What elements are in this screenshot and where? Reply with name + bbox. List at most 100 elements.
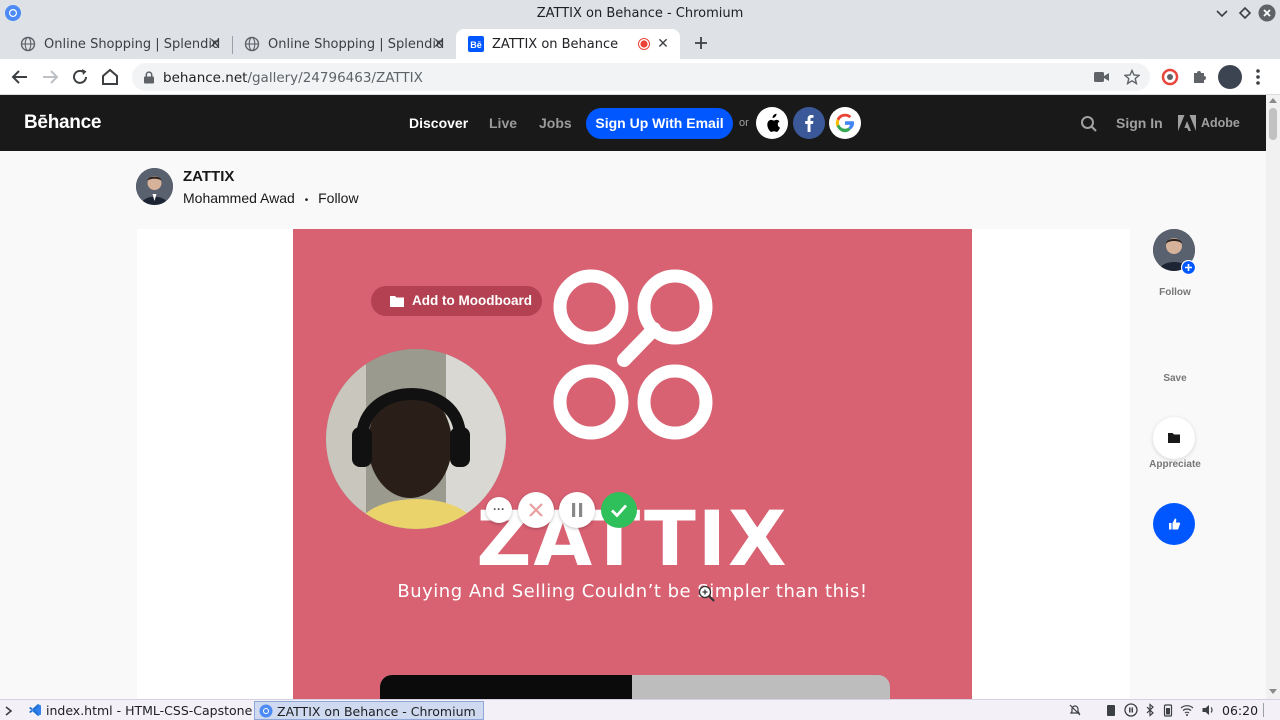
nav-link-jobs[interactable]: Jobs xyxy=(539,115,572,131)
sign-in-link[interactable]: Sign In xyxy=(1116,115,1163,131)
forward-arrow-icon[interactable] xyxy=(38,65,62,89)
chromium-taskbar-icon xyxy=(259,704,273,718)
new-tab-plus-icon[interactable] xyxy=(692,34,710,52)
tab-online-shopping-1[interactable]: Online Shopping | Splendid ✕ xyxy=(8,29,232,59)
wifi-icon[interactable] xyxy=(1180,703,1194,717)
page-viewport: Bēhance Discover Live Jobs Sign Up With … xyxy=(0,95,1266,699)
device-preview-dark-panel xyxy=(380,675,632,699)
save-button[interactable] xyxy=(1153,417,1195,459)
thumbs-up-icon xyxy=(1169,518,1181,530)
google-signin-button[interactable] xyxy=(829,107,861,139)
app-launcher-icon[interactable] xyxy=(4,703,18,717)
folder-save-icon xyxy=(1168,433,1180,443)
tab-zattix-behance[interactable]: Bē ZATTIX on Behance ✕ xyxy=(456,29,680,59)
tab-close-icon[interactable]: ✕ xyxy=(206,35,224,53)
artwork-tagline: Buying And Selling Couldn’t be Simpler t… xyxy=(397,581,868,602)
facebook-signin-button[interactable] xyxy=(793,107,825,139)
window-title: ZATTIX on Behance - Chromium xyxy=(536,6,744,21)
nav-link-discover[interactable]: Discover xyxy=(409,115,468,131)
add-to-moodboard-button[interactable]: Add to Moodboard xyxy=(371,286,542,316)
folder-icon xyxy=(390,296,404,307)
volume-icon[interactable] xyxy=(1201,703,1215,717)
behance-favicon-icon: Bē xyxy=(468,36,484,52)
url-text: behance.net/gallery/24796463/ZATTIX xyxy=(163,70,423,86)
sign-up-email-button[interactable]: Sign Up With Email xyxy=(586,108,733,139)
tab-close-icon[interactable]: ✕ xyxy=(430,35,448,53)
taskbar-clock: 06:20 xyxy=(1222,703,1259,718)
google-icon xyxy=(835,113,854,133)
extension-icon[interactable] xyxy=(1158,65,1182,89)
lock-icon[interactable] xyxy=(143,71,155,84)
camera-indicator-icon[interactable] xyxy=(1094,70,1110,84)
close-window-icon[interactable] xyxy=(1258,4,1276,22)
recorder-cancel-button[interactable] xyxy=(518,492,554,528)
recorder-finish-button[interactable] xyxy=(601,492,637,528)
reload-icon[interactable] xyxy=(68,65,92,89)
owner-name-link[interactable]: Mohammed Awad xyxy=(183,190,295,206)
recorder-more-button[interactable]: ··· xyxy=(486,497,512,523)
taskbar-item-vscode[interactable]: index.html - HTML-CSS-Capstone -... xyxy=(24,701,273,720)
artwork-device-preview xyxy=(380,675,890,699)
webcam-feed xyxy=(326,349,506,529)
svg-text:Bē: Bē xyxy=(470,40,482,50)
tab-close-icon[interactable]: ✕ xyxy=(654,35,672,53)
cancel-x-icon xyxy=(529,503,543,517)
home-icon[interactable] xyxy=(98,65,122,89)
behance-navbar: Bēhance Discover Live Jobs Sign Up With … xyxy=(0,95,1266,151)
search-icon[interactable] xyxy=(1080,115,1098,133)
tab-label: Online Shopping | Splendid xyxy=(44,37,221,52)
tab-label: ZATTIX on Behance xyxy=(492,37,619,52)
url-path: /gallery/24796463/ZATTIX xyxy=(247,70,423,86)
owner-avatar[interactable] xyxy=(136,168,173,205)
tab-online-shopping-2[interactable]: Online Shopping | Splendid ✕ xyxy=(232,29,456,59)
adobe-link[interactable]: Adobe xyxy=(1201,116,1240,130)
adobe-icon xyxy=(1178,115,1196,131)
back-arrow-icon[interactable] xyxy=(8,65,32,89)
side-follow-label: Follow xyxy=(1159,287,1191,298)
nav-link-live[interactable]: Live xyxy=(489,115,517,131)
behance-logo[interactable]: Bēhance xyxy=(24,112,101,134)
scrollbar-thumb[interactable] xyxy=(1269,108,1277,140)
taskbar-item-chromium[interactable]: ZATTIX on Behance - Chromium xyxy=(254,701,484,720)
notifications-muted-icon[interactable] xyxy=(1068,703,1082,717)
checkmark-icon xyxy=(611,504,628,518)
vscode-icon xyxy=(29,704,41,716)
url-host: behance.net xyxy=(163,70,248,86)
apple-signin-button[interactable] xyxy=(756,107,788,139)
bluetooth-icon[interactable] xyxy=(1143,703,1157,717)
browser-toolbar: behance.net/gallery/24796463/ZATTIX xyxy=(0,59,1280,95)
project-title: ZATTIX xyxy=(183,168,235,185)
owner-portrait xyxy=(136,168,173,205)
address-bar[interactable]: behance.net/gallery/24796463/ZATTIX xyxy=(132,63,1150,91)
bookmark-star-icon[interactable] xyxy=(1124,69,1140,85)
facebook-icon xyxy=(805,115,814,132)
project-owner-line: Mohammed Awad • Follow xyxy=(183,190,359,206)
more-dots-icon: ··· xyxy=(493,502,505,516)
os-taskbar: index.html - HTML-CSS-Capstone -... ZATT… xyxy=(0,699,1280,720)
appreciate-label: Appreciate xyxy=(1149,459,1201,470)
maximize-icon[interactable] xyxy=(1236,4,1254,22)
webcam-overlay[interactable] xyxy=(326,349,506,529)
moodboard-label: Add to Moodboard xyxy=(412,293,532,308)
show-desktop-button[interactable] xyxy=(1263,703,1277,717)
profile-avatar[interactable] xyxy=(1218,65,1242,89)
clipboard-icon[interactable] xyxy=(1104,703,1118,717)
follow-link[interactable]: Follow xyxy=(318,190,358,206)
page-scrollbar[interactable] xyxy=(1266,95,1280,699)
apple-icon xyxy=(767,113,780,132)
taskbar-item-label: ZATTIX on Behance - Chromium xyxy=(277,704,476,719)
recorder-pause-button[interactable] xyxy=(559,492,595,528)
scroll-down-arrow-icon[interactable] xyxy=(1269,689,1277,695)
media-player-icon[interactable] xyxy=(1124,703,1138,717)
puzzle-extensions-icon[interactable] xyxy=(1188,65,1212,89)
window-titlebar: ZATTIX on Behance - Chromium xyxy=(0,0,1280,27)
follow-plus-icon[interactable] xyxy=(1181,260,1196,275)
recording-indicator-icon xyxy=(638,38,650,50)
minimize-icon[interactable] xyxy=(1213,4,1231,22)
appreciate-button[interactable] xyxy=(1153,503,1195,545)
or-separator: or xyxy=(739,117,749,129)
kebab-menu-icon[interactable] xyxy=(1246,65,1270,89)
battery-icon[interactable] xyxy=(1161,703,1175,717)
scroll-up-arrow-icon[interactable] xyxy=(1269,97,1277,103)
pause-icon xyxy=(572,503,583,517)
